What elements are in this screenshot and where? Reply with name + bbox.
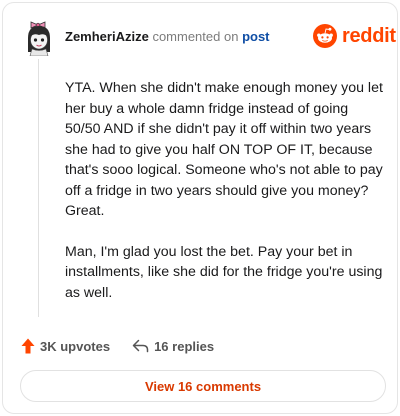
- post-link[interactable]: post: [242, 29, 269, 44]
- thread-line: [38, 59, 39, 317]
- upvote-button[interactable]: 3K upvotes: [21, 338, 110, 354]
- user-avatar[interactable]: [21, 16, 57, 57]
- comment-header: ZemheriAzize commented on post: [65, 29, 270, 45]
- reddit-logo[interactable]: reddit: [313, 23, 396, 49]
- username[interactable]: ZemheriAzize: [65, 29, 149, 44]
- replies-count: 16 replies: [154, 338, 215, 354]
- view-comments-button[interactable]: View 16 comments: [20, 370, 386, 402]
- action-text: commented on: [152, 29, 239, 44]
- comment-paragraph: YTA. When she didn't make enough money y…: [65, 80, 383, 219]
- comment-paragraph: Man, I'm glad you lost the bet. Pay your…: [65, 243, 383, 301]
- upvote-count: 3K upvotes: [40, 338, 111, 354]
- reddit-wordmark: reddit: [342, 24, 396, 47]
- reply-arrow-icon: [132, 339, 149, 353]
- comment-actions: 3K upvotes 16 replies: [21, 336, 214, 356]
- comment-body: YTA. When she didn't make enough money y…: [65, 78, 387, 323]
- reddit-snoo-icon: [313, 24, 337, 48]
- arrow-up-icon: [21, 338, 35, 354]
- comment-card: ZemheriAzize commented on post reddit YT…: [2, 2, 398, 414]
- replies-button[interactable]: 16 replies: [132, 339, 214, 354]
